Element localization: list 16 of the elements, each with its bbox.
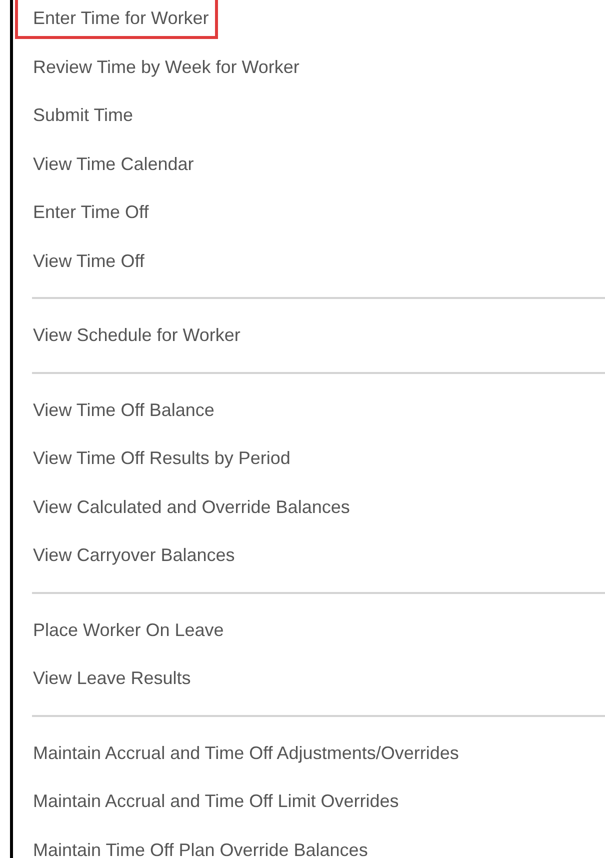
menu-item[interactable]: View Time Off [33, 252, 144, 270]
menu-item[interactable]: Enter Time Off [33, 203, 149, 222]
menu-item[interactable]: Review Time by Week for Worker [33, 58, 300, 76]
menu-item[interactable]: View Schedule for Worker [33, 326, 240, 344]
menu-item[interactable]: Maintain Accrual and Time Off Adjustments/Overrides [33, 744, 459, 762]
menu-item[interactable]: View Carryover Balances [33, 546, 235, 564]
menu-item[interactable]: Place Worker On Leave [33, 620, 224, 639]
menu-item[interactable]: Submit Time [33, 106, 134, 124]
menu-item[interactable]: View Time Off Balance [33, 400, 214, 419]
menu-item[interactable]: View Time Off Results by Period [33, 449, 290, 468]
menu-item[interactable]: View Leave Results [33, 669, 191, 688]
menu-item[interactable]: Maintain Time Off Plan Override Balances [33, 840, 368, 858]
menu-item[interactable]: View Time Calendar [33, 154, 194, 173]
menu-item[interactable]: Enter Time for Worker [15, 0, 218, 40]
menu-item[interactable]: Maintain Accrual and Time Off Limit Overrides [33, 792, 399, 810]
menu-item[interactable]: View Calculated and Override Balances [33, 498, 350, 516]
